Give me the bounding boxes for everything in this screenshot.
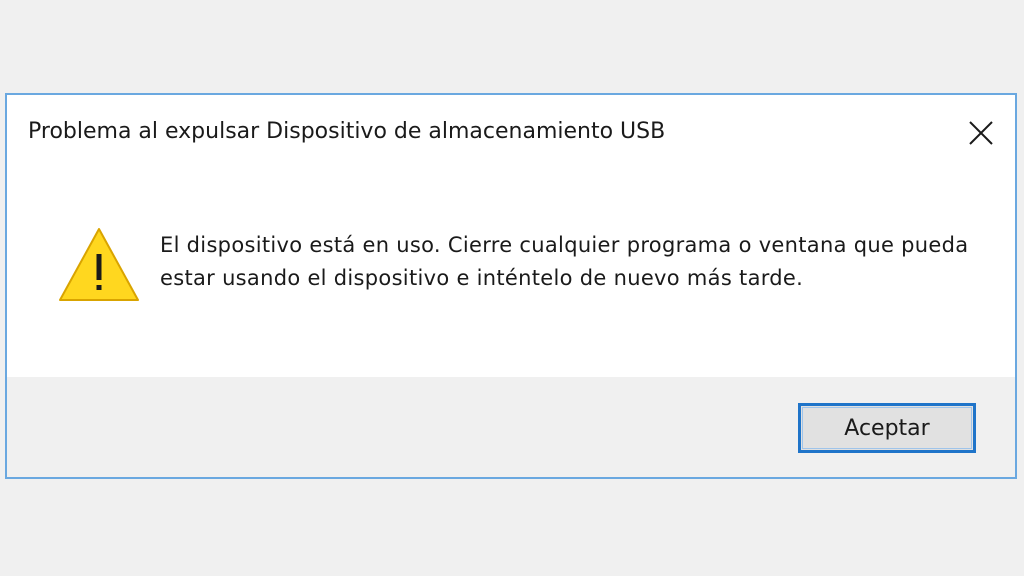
close-button[interactable] bbox=[959, 113, 1003, 153]
dialog-content: El dispositivo está en uso. Cierre cualq… bbox=[7, 171, 1015, 377]
warning-triangle-icon bbox=[59, 228, 139, 301]
dialog-footer: Aceptar bbox=[7, 377, 1015, 477]
close-icon bbox=[969, 121, 993, 145]
dialog-message: El dispositivo está en uso. Cierre cualq… bbox=[160, 233, 969, 290]
dialog-title: Problema al expulsar Dispositivo de alma… bbox=[28, 119, 666, 144]
dialog-window: Problema al expulsar Dispositivo de alma… bbox=[5, 93, 1017, 479]
accept-button[interactable]: Aceptar bbox=[798, 403, 976, 453]
title-bar: Problema al expulsar Dispositivo de alma… bbox=[7, 95, 1015, 171]
